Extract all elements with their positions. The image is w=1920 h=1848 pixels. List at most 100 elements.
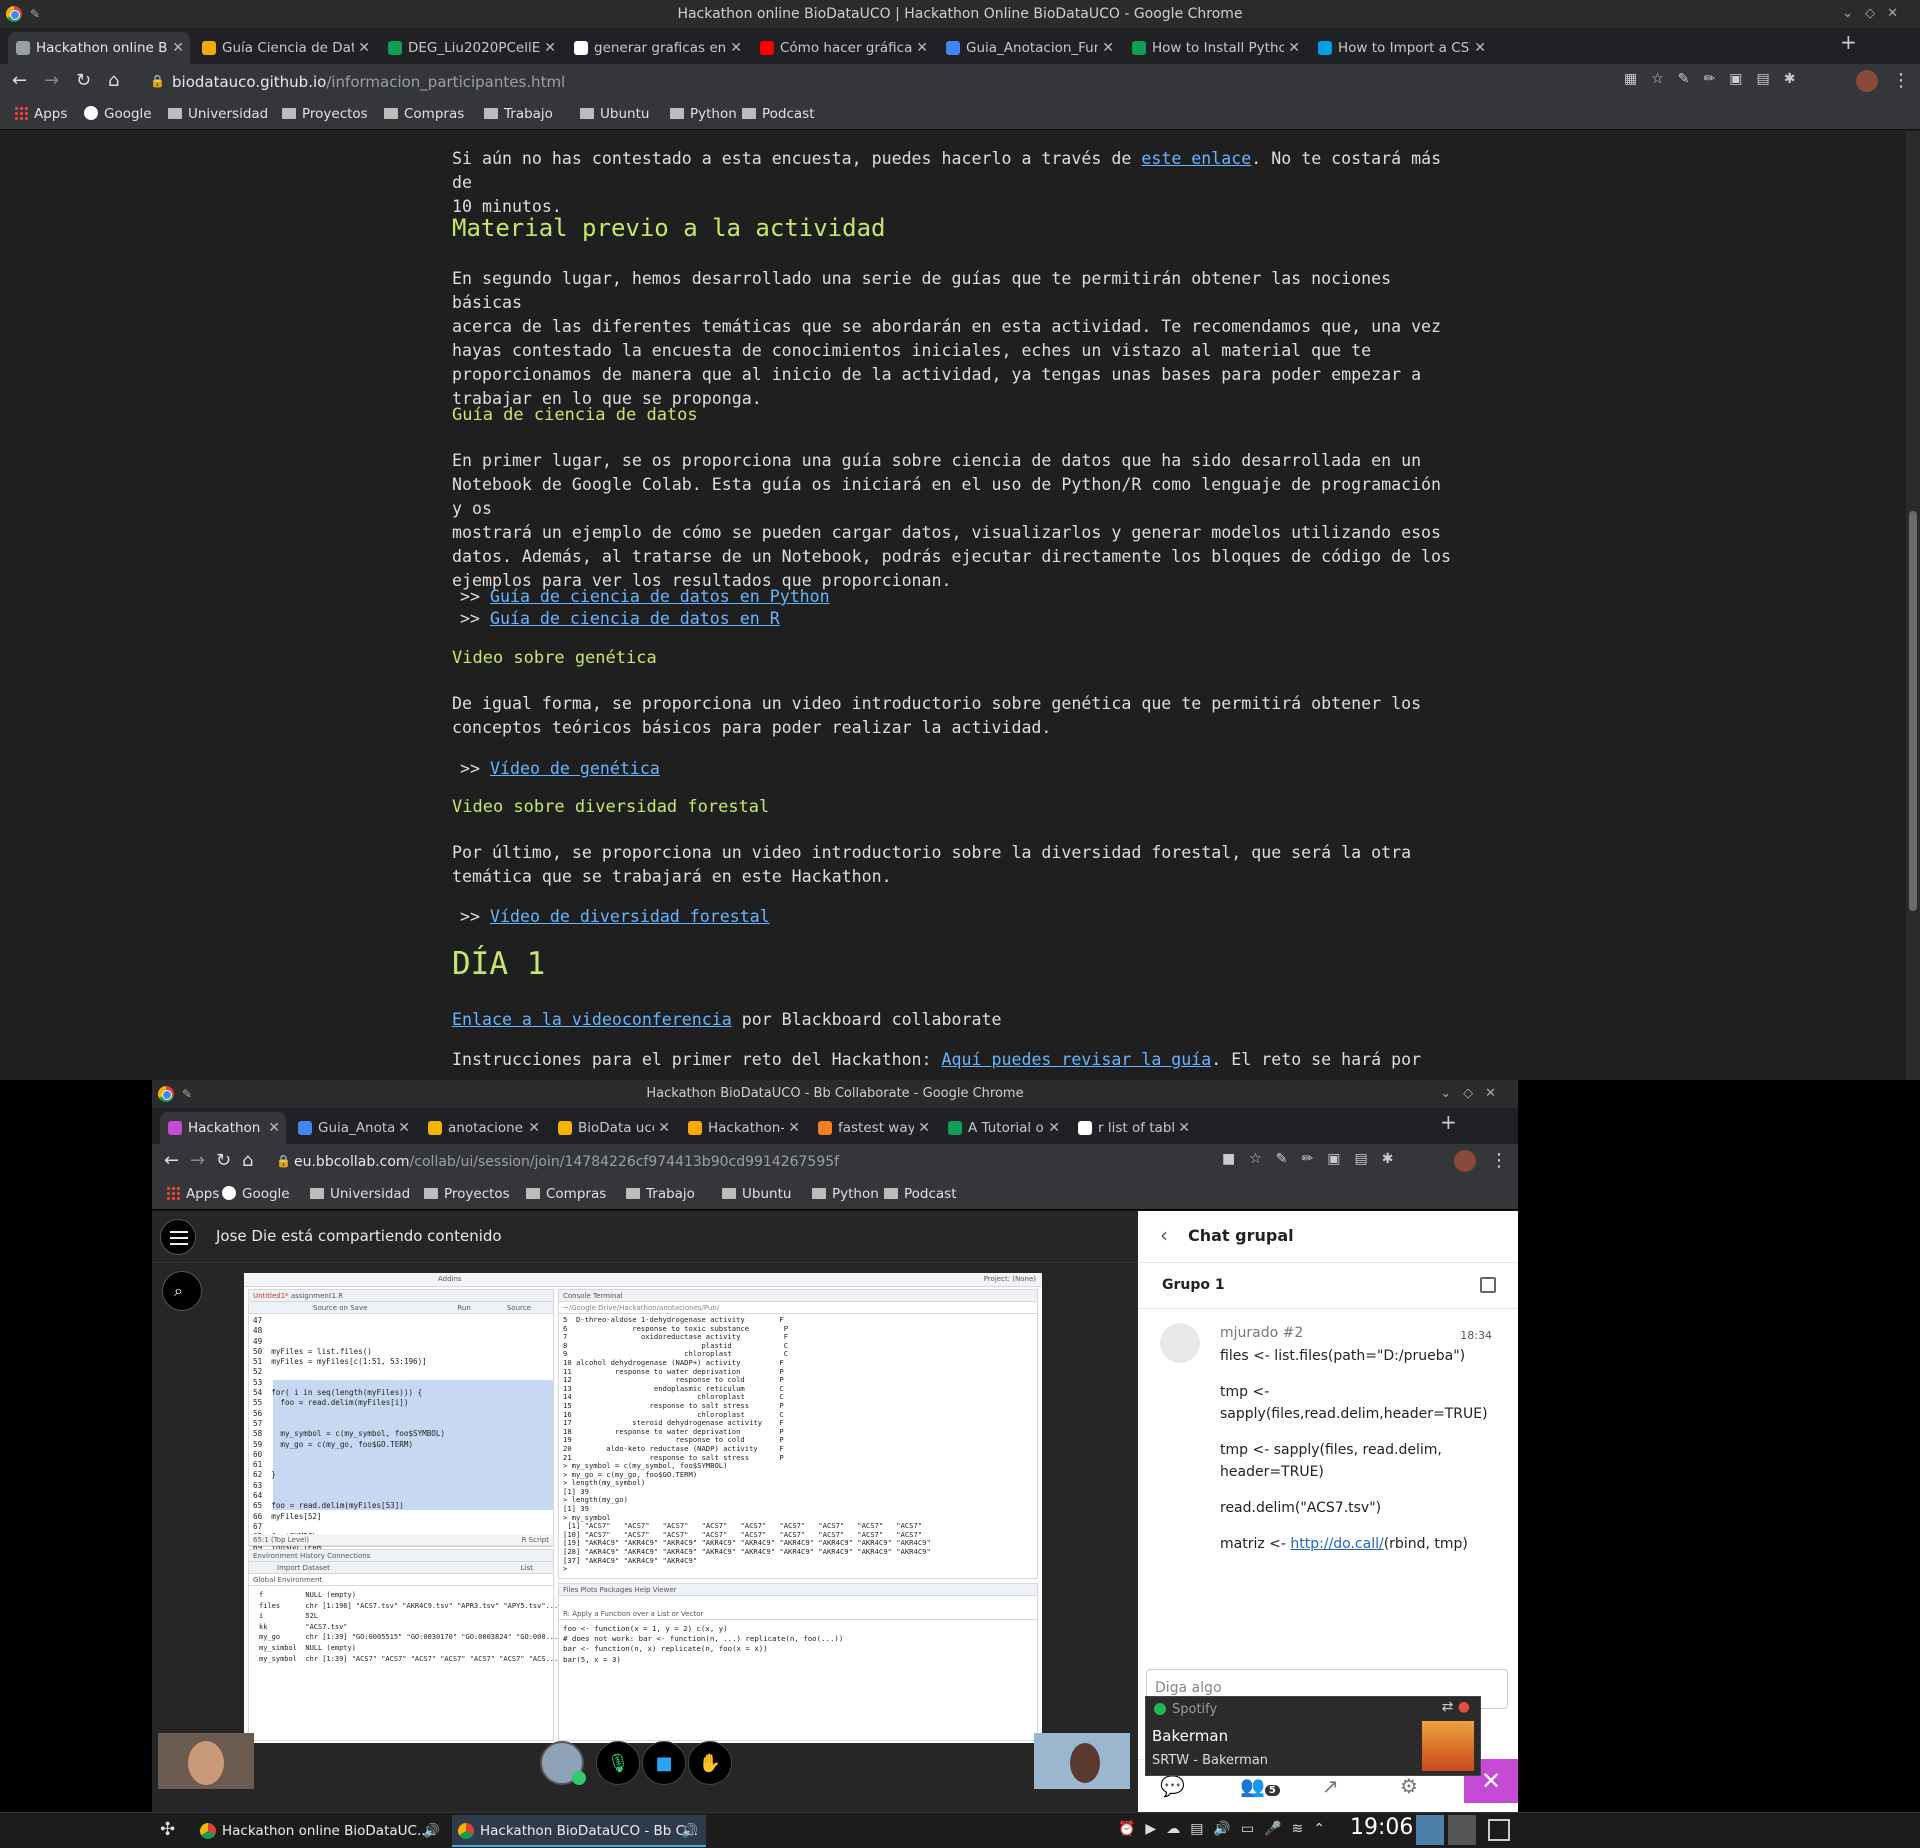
home-icon[interactable]: ⌂ xyxy=(108,70,119,91)
close-icon[interactable]: ● xyxy=(1458,1699,1470,1715)
close-icon[interactable]: ✕ xyxy=(1178,1112,1190,1144)
launcher-icon[interactable]: ✣ xyxy=(160,1819,175,1840)
bookmark-item[interactable]: Ubuntu xyxy=(722,1186,791,1202)
toolbar-extension-icons[interactable]: ▦☆✎✏▣▤✱ xyxy=(1624,71,1809,87)
bookmark-item[interactable]: Trabajo xyxy=(484,106,553,122)
pin-icon[interactable]: ✎ xyxy=(182,1080,192,1108)
terminal-tab[interactable]: Terminal xyxy=(593,1292,623,1300)
home-icon[interactable]: ⌂ xyxy=(242,1150,253,1171)
browser-tab[interactable]: Cómo hacer gráficas con Py✕ xyxy=(752,32,934,64)
raise-hand-button[interactable]: ✋ xyxy=(688,1741,732,1785)
window-controls[interactable]: ⌄◇✕ xyxy=(1440,1080,1508,1108)
close-icon[interactable]: ✕ xyxy=(1048,1112,1060,1144)
new-tab-button[interactable]: + xyxy=(1840,30,1857,54)
connections-tab[interactable]: Connections xyxy=(327,1552,370,1560)
share-content-icon[interactable]: ↗ xyxy=(1322,1774,1339,1798)
close-icon[interactable]: ✕ xyxy=(1102,32,1114,64)
bookmark-item[interactable]: Trabajo xyxy=(626,1186,695,1202)
bookmark-item[interactable]: Universidad xyxy=(168,106,268,122)
browser-tab[interactable]: Guia_Anotacio✕ xyxy=(290,1112,416,1144)
videoconference-link[interactable]: Enlace a la videoconferencia xyxy=(452,1010,732,1029)
console-output[interactable]: 5 D-threo-aldose 1-dehydrogenase activit… xyxy=(563,1315,931,1574)
bookmark-item[interactable]: Podcast xyxy=(742,106,815,122)
bookmark-item[interactable]: Python xyxy=(812,1186,879,1202)
camera-button[interactable]: ■ xyxy=(642,1741,686,1785)
browser-tab[interactable]: How to Install Python Pand✕ xyxy=(1124,32,1306,64)
browser-tab[interactable]: Hackathon-1.ip✕ xyxy=(680,1112,806,1144)
forward-icon[interactable]: → xyxy=(44,70,59,91)
chevron-left-icon[interactable]: ‹ xyxy=(1160,1223,1168,1247)
zoom-content-button[interactable]: ⌕ xyxy=(162,1271,202,1311)
microphone-button[interactable]: 🎙 xyxy=(596,1741,640,1785)
bookmark-item[interactable]: Python xyxy=(670,106,737,122)
browser-tab[interactable]: generar graficas en python✕ xyxy=(566,32,748,64)
chat-icon[interactable]: 💬 xyxy=(1160,1774,1185,1798)
close-icon[interactable]: ✕ xyxy=(1474,32,1486,64)
new-tab-button[interactable]: + xyxy=(1440,1110,1457,1134)
reload-icon[interactable]: ↻ xyxy=(216,1150,231,1171)
browser-tab[interactable]: anotaciones - G✕ xyxy=(420,1112,546,1144)
python-guide-link[interactable]: Guía de ciencia de datos en Python xyxy=(490,587,830,606)
participant-video-self[interactable] xyxy=(158,1733,254,1789)
browser-tab[interactable]: How to Import a CSV File in✕ xyxy=(1310,32,1492,64)
close-icon[interactable]: ✕ xyxy=(358,32,370,64)
menu-kebab-icon[interactable]: ⋮ xyxy=(1892,70,1910,91)
system-tray-icons[interactable]: ⏰▶☁▤🔊▭🎤≋⌃ xyxy=(1118,1821,1335,1837)
window-controls[interactable]: ⌄◇✕ xyxy=(1842,0,1910,28)
close-icon[interactable]: ✕ xyxy=(658,1112,670,1144)
browser-tab[interactable]: BioData uco - G✕ xyxy=(550,1112,676,1144)
bookmark-item[interactable]: Compras xyxy=(384,106,464,122)
message-link[interactable]: http://do.call/ xyxy=(1290,1536,1383,1552)
source-button[interactable]: Source xyxy=(507,1304,531,1312)
toolbar-extension-icons[interactable]: ■☆✎✏▣▤✱ xyxy=(1222,1151,1407,1167)
bookmark-item[interactable]: Universidad xyxy=(310,1186,410,1202)
browser-tab[interactable]: Hackathon ✕ xyxy=(160,1112,286,1144)
browser-tab[interactable]: Hackathon online BioDataU✕ xyxy=(8,32,190,64)
menu-kebab-icon[interactable]: ⋮ xyxy=(1490,1150,1508,1171)
bookmark-item[interactable]: Proyectos xyxy=(424,1186,510,1202)
browser-tab[interactable]: Guía Ciencia de Datos con F✕ xyxy=(194,32,376,64)
task-item-window2[interactable]: Hackathon BioDataUCO - Bb C... 🔊 xyxy=(452,1815,706,1847)
project-menu[interactable]: Project: (None) xyxy=(984,1273,1036,1285)
run-button[interactable]: Run xyxy=(457,1304,470,1312)
presenter-avatar[interactable] xyxy=(540,1741,586,1785)
console-tab[interactable]: Console xyxy=(563,1292,591,1300)
import-dataset-button[interactable]: Import Dataset xyxy=(277,1564,330,1572)
r-guide-link[interactable]: Guía de ciencia de datos en R xyxy=(490,609,780,628)
global-env-select[interactable]: Global Environment xyxy=(253,1576,322,1584)
close-icon[interactable]: ✕ xyxy=(918,1112,930,1144)
participants-icon[interactable]: 👥 5 xyxy=(1240,1774,1280,1798)
session-menu-button[interactable] xyxy=(160,1219,196,1255)
reload-icon[interactable]: ↻ xyxy=(76,70,91,91)
page-scrollbar[interactable] xyxy=(1906,131,1920,1080)
close-icon[interactable]: ✕ xyxy=(1288,32,1300,64)
task-item-window1[interactable]: Hackathon online BioDataUC... 🔊 xyxy=(194,1815,448,1847)
environment-tab[interactable]: Environment xyxy=(253,1552,298,1560)
pin-icon[interactable]: ✎ xyxy=(30,0,40,28)
browser-tab[interactable]: r list of tables -✕ xyxy=(1070,1112,1196,1144)
show-desktop-icon[interactable] xyxy=(1488,1819,1510,1841)
survey-link[interactable]: este enlace xyxy=(1141,149,1251,168)
bookmark-item[interactable]: Google xyxy=(84,106,152,122)
browser-tab[interactable]: DEG_Liu2020PCellEnviron✕ xyxy=(380,32,562,64)
bookmark-item[interactable]: Apps xyxy=(166,1186,219,1202)
forward-icon[interactable]: → xyxy=(190,1150,205,1171)
bookmark-item[interactable]: Compras xyxy=(526,1186,606,1202)
back-icon[interactable]: ← xyxy=(12,70,27,91)
address-bar[interactable]: eu.bbcollab.com/collab/ui/session/join/1… xyxy=(294,1150,839,1174)
editor-tab-assignment[interactable]: assignment1.R xyxy=(291,1292,343,1300)
spotify-notification[interactable]: Spotify ⇄ ● Bakerman SRTW - Bakerman xyxy=(1145,1696,1481,1776)
close-icon[interactable]: ✕ xyxy=(172,32,184,64)
scrollbar-thumb[interactable] xyxy=(1909,511,1917,911)
close-icon[interactable]: ✕ xyxy=(788,1112,800,1144)
bookmark-item[interactable]: Apps xyxy=(14,106,67,122)
participant-video-other[interactable] xyxy=(1034,1733,1130,1789)
close-icon[interactable]: ✕ xyxy=(528,1112,540,1144)
settings-gear-icon[interactable]: ⚙ xyxy=(1400,1774,1418,1798)
guide-link[interactable]: Aquí puedes revisar la guía xyxy=(942,1050,1212,1069)
list-view-toggle[interactable]: List xyxy=(521,1562,533,1574)
browser-tab[interactable]: Guia_Anotacion_Funcional✕ xyxy=(938,32,1120,64)
close-icon[interactable]: ✕ xyxy=(544,32,556,64)
browser-tab[interactable]: A Tutorial on Lo✕ xyxy=(940,1112,1066,1144)
list-details-icon[interactable] xyxy=(1480,1277,1496,1293)
